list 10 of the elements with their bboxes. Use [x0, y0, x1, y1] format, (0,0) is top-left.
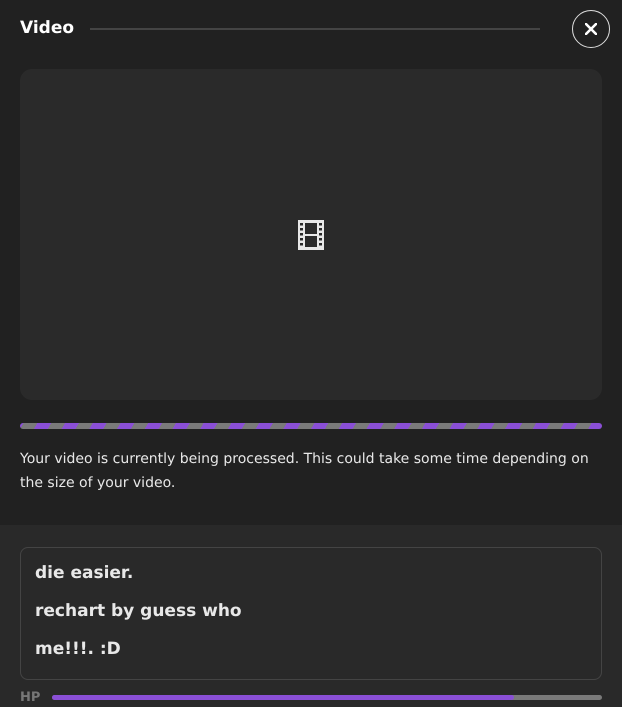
text-line: me!!!. :D [35, 638, 122, 661]
film-icon [298, 220, 324, 250]
text-input-field[interactable]: die easier. rechart by guess who me!!!. :D [20, 547, 602, 680]
close-icon [585, 23, 597, 35]
hp-label: HP [20, 688, 40, 706]
processing-message: Your video is currently being processed. This could take some time depending on the size of your video. [20, 450, 590, 493]
text-line: die easier. [35, 562, 134, 585]
close-button[interactable] [572, 10, 610, 48]
text-line: rechart by guess who [35, 600, 243, 623]
dialog-title: Video [20, 17, 74, 40]
